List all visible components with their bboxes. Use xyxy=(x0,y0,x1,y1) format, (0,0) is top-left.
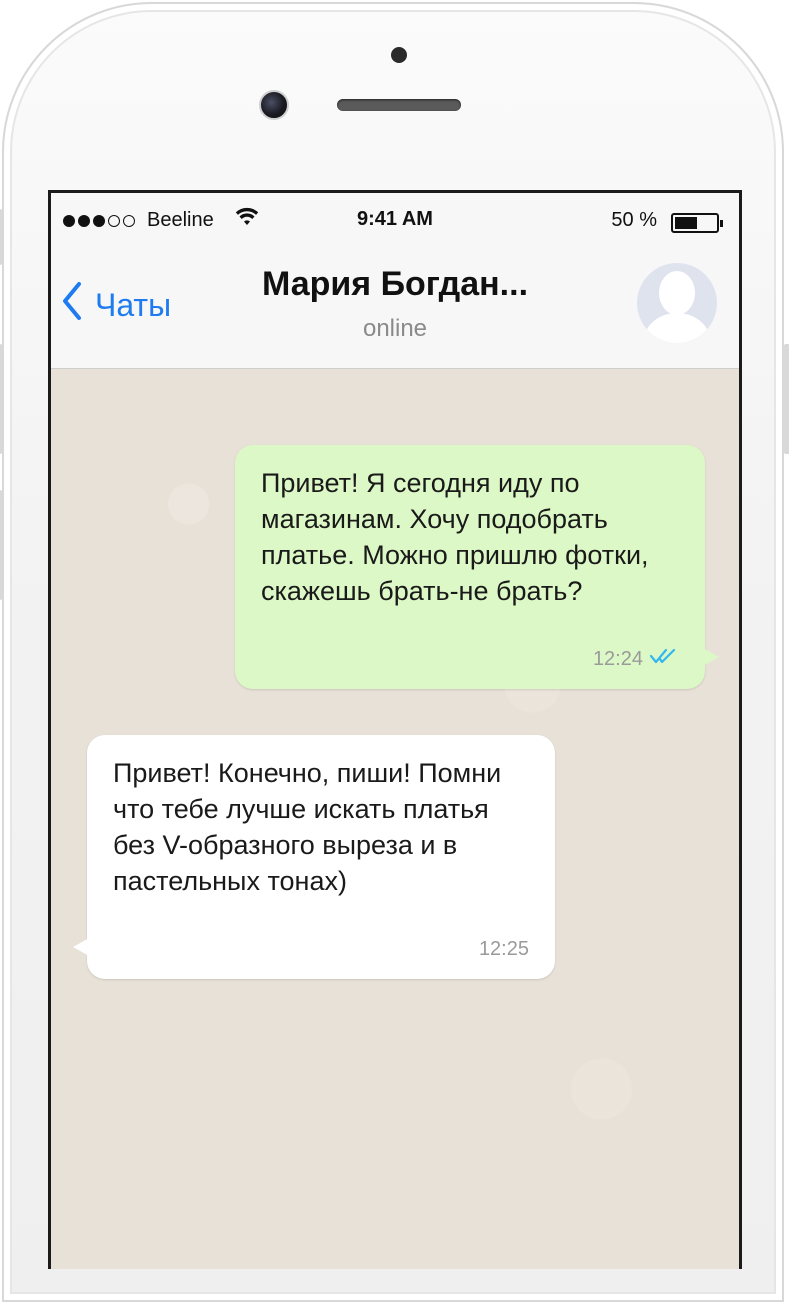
proximity-sensor xyxy=(391,47,407,63)
message-list[interactable]: Привет! Я сегодня иду по магазинам. Хочу… xyxy=(51,369,739,1269)
message-text: Привет! Я сегодня иду по магазинам. Хочу… xyxy=(261,468,649,606)
message-time: 12:24 xyxy=(592,648,643,670)
double-check-icon xyxy=(649,641,679,677)
status-bar: Beeline 9:41 AM 50 % xyxy=(51,193,739,251)
battery-icon xyxy=(671,213,723,233)
volume-down-button xyxy=(0,490,2,600)
chat-header: Чаты Мария Богдан... online xyxy=(51,251,739,369)
contact-status: online xyxy=(362,315,428,342)
earpiece-speaker xyxy=(337,99,461,111)
message-meta: 12:24 xyxy=(593,641,679,677)
power-button xyxy=(784,344,789,454)
message-meta: 12:25 xyxy=(479,931,529,967)
battery-percent: 50 % xyxy=(611,209,657,231)
outgoing-message[interactable]: Привет! Я сегодня иду по магазинам. Хочу… xyxy=(235,445,719,689)
message-time: 12:25 xyxy=(478,938,529,960)
front-camera xyxy=(259,90,289,120)
mute-switch xyxy=(0,209,2,265)
phone-screen: Beeline 9:41 AM 50 % Чаты Мария Богдан..… xyxy=(48,190,742,1269)
incoming-message[interactable]: Привет! Конечно, пиши! Помни что тебе лу… xyxy=(73,735,555,979)
message-text: Привет! Конечно, пиши! Помни что тебе лу… xyxy=(113,758,502,896)
contact-name[interactable]: Мария Богдан... xyxy=(51,265,739,304)
volume-up-button xyxy=(0,344,2,454)
default-avatar-icon[interactable] xyxy=(637,263,717,343)
